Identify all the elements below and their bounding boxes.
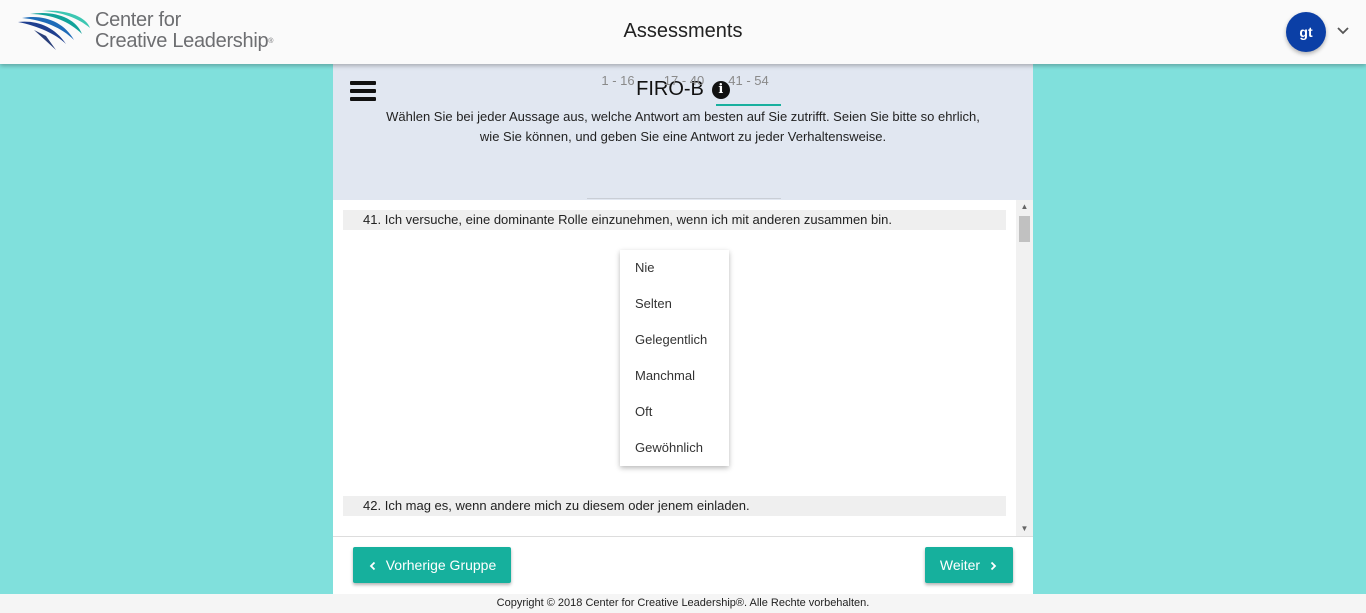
option-nie[interactable]: Nie [620, 250, 729, 286]
option-selten[interactable]: Selten [620, 286, 729, 322]
question-number: 41. [363, 212, 382, 227]
chevron-left-icon [369, 561, 375, 571]
chevron-right-icon [990, 561, 997, 571]
scrollbar-thumb[interactable] [1019, 216, 1030, 242]
question-number: 42. [363, 498, 382, 513]
previous-group-button[interactable]: Vorherige Gruppe [353, 547, 511, 583]
tabs-divider [587, 198, 781, 199]
assessment-instructions: Wählen Sie bei jeder Aussage aus, welche… [386, 109, 980, 144]
previous-group-label: Vorherige Gruppe [385, 557, 497, 573]
copyright-footer: Copyright © 2018 Center for Creative Lea… [0, 594, 1366, 613]
tab-41-54[interactable]: 41 - 54 [716, 64, 781, 106]
page-title: Assessments [623, 20, 743, 42]
chevron-down-icon[interactable] [1336, 24, 1350, 38]
option-gewoehnlich[interactable]: Gewöhnlich [620, 430, 729, 466]
vertical-scrollbar[interactable]: ▲ ▼ [1016, 200, 1033, 536]
tab-1-16[interactable]: 1 - 16 [587, 64, 649, 106]
assessment-panel: FIRO-B i Wählen Sie bei jeder Aussage aus… [333, 64, 1033, 594]
option-oft[interactable]: Oft [620, 394, 729, 430]
assessment-header: FIRO-B i Wählen Sie bei jeder Aussage aus… [333, 64, 1033, 200]
top-app-bar: Center for Creative Leadership® Assessme… [0, 0, 1366, 64]
next-label: Weiter [939, 557, 981, 573]
scroll-up-arrow-icon[interactable]: ▲ [1016, 200, 1033, 214]
answer-dropdown-menu[interactable]: Nie Selten Gelegentlich Manchmal Oft Gew… [620, 250, 729, 466]
question-text: Ich versuche, eine dominante Rolle einzu… [384, 212, 892, 227]
scroll-down-arrow-icon[interactable]: ▼ [1016, 522, 1033, 536]
tab-17-40[interactable]: 17 - 40 [651, 64, 717, 106]
next-button[interactable]: Weiter [925, 547, 1013, 583]
option-gelegentlich[interactable]: Gelegentlich [620, 322, 729, 358]
user-avatar[interactable]: gt [1286, 12, 1326, 52]
question-row: 41. Ich versuche, eine dominante Rolle e… [343, 210, 1006, 230]
navigation-bar: Vorherige Gruppe Weiter [333, 536, 1033, 594]
question-text: Ich mag es, wenn andere mich zu diesem o… [384, 498, 750, 513]
question-list: 41. Ich versuche, eine dominante Rolle e… [333, 200, 1016, 536]
question-row: 42. Ich mag es, wenn andere mich zu dies… [343, 496, 1006, 516]
option-manchmal[interactable]: Manchmal [620, 358, 729, 394]
